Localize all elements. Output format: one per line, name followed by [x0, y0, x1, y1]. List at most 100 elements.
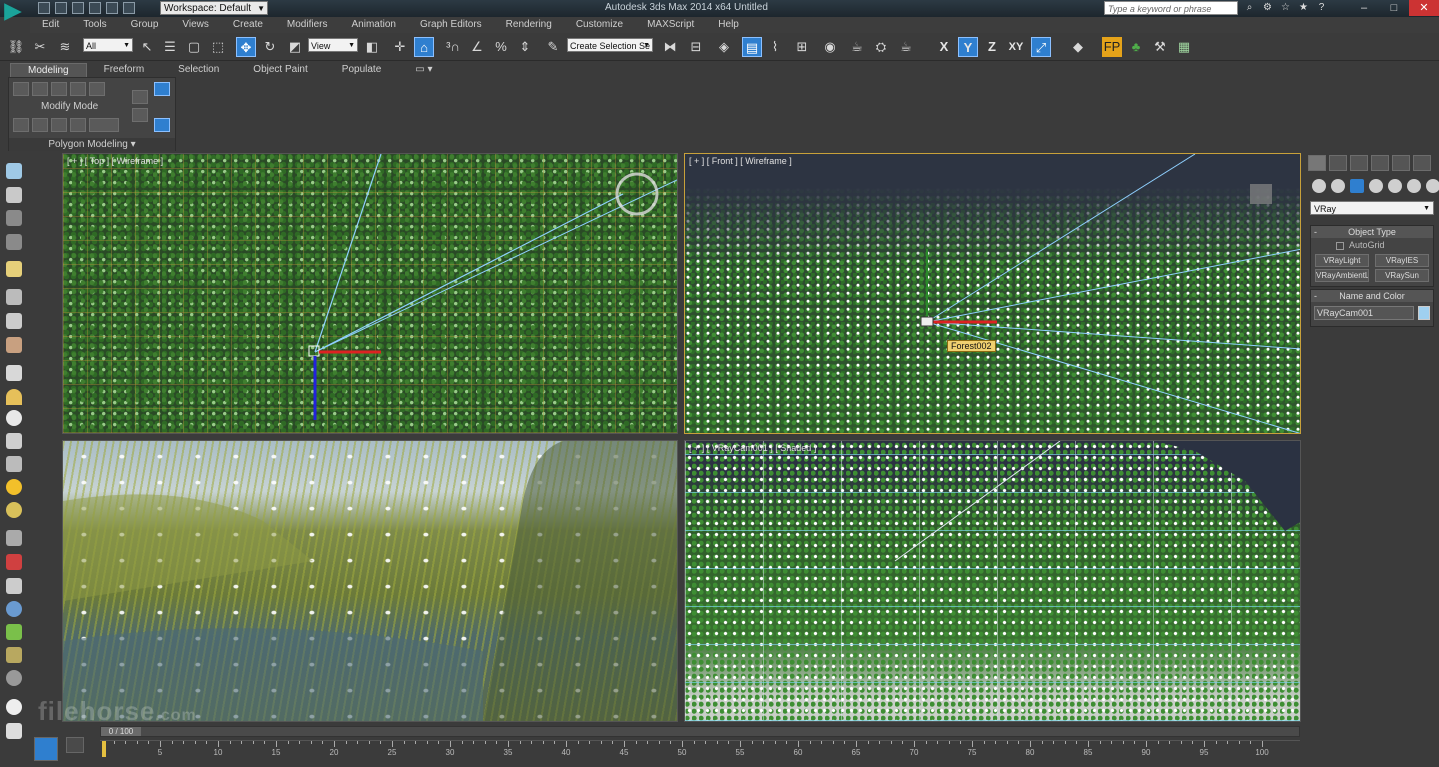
viewport-front-label[interactable]: [ + ] [ Front ] [ Wireframe ] [689, 156, 792, 166]
shapes-icon[interactable] [1331, 179, 1345, 193]
cameras-icon[interactable] [1369, 179, 1383, 193]
tab-object-paint[interactable]: Object Paint [236, 63, 324, 77]
maximize-icon[interactable]: □ [1379, 0, 1409, 16]
space-warps-icon[interactable] [1407, 179, 1421, 193]
systems-icon[interactable] [1426, 179, 1439, 193]
vray-sphere-icon[interactable] [6, 313, 22, 329]
axis-z-button[interactable]: Z [982, 37, 1002, 57]
collapse-stack-icon[interactable] [89, 118, 119, 132]
favorites-icon[interactable]: ★ [1298, 2, 1309, 13]
tab-populate[interactable]: Populate [325, 63, 398, 77]
name-color-rollout-header[interactable]: - Name and Color [1311, 290, 1433, 302]
communication-center-icon[interactable]: ☆ [1280, 2, 1291, 13]
help-search-input[interactable]: Type a keyword or phrase [1104, 1, 1238, 15]
binoculars-icon[interactable]: ⌕ [1244, 2, 1255, 13]
open-file-icon[interactable] [55, 2, 67, 14]
geometry-icon[interactable] [1312, 179, 1326, 193]
window-crossing-icon[interactable]: ⬚ [208, 37, 228, 57]
render-sphere-icon[interactable] [6, 699, 22, 715]
viewport-render-preview[interactable] [62, 440, 678, 722]
object-name-input[interactable]: VRayCam001 [1314, 306, 1414, 320]
axis-xy-toggle-icon[interactable]: ⤢ [1031, 37, 1051, 57]
menu-rendering[interactable]: Rendering [494, 17, 564, 33]
selection-filter-select[interactable]: All ▼ [83, 38, 133, 52]
teapot-icon[interactable] [6, 163, 22, 179]
angle-snap-icon[interactable]: ∠ [467, 37, 487, 57]
object-type-rollout-header[interactable]: - Object Type [1311, 226, 1433, 238]
menu-edit[interactable]: Edit [30, 17, 71, 33]
tab-freeform[interactable]: Freeform [87, 63, 162, 77]
tab-selection[interactable]: Selection [161, 63, 236, 77]
axis-xy-button[interactable]: XY [1006, 37, 1026, 57]
close-icon[interactable]: ✕ [1409, 0, 1439, 16]
undo-icon[interactable] [89, 2, 101, 14]
tab-modeling[interactable]: Modeling [10, 63, 87, 77]
menu-animation[interactable]: Animation [339, 17, 407, 33]
help-icon[interactable]: ? [1316, 2, 1327, 13]
link-icon[interactable]: ⛓ [6, 37, 26, 57]
tools-icon[interactable]: ⚒ [1150, 37, 1170, 57]
layer-manager-icon[interactable]: ◈ [714, 37, 734, 57]
vrayambientlight-button[interactable]: VRayAmbientLig [1315, 269, 1369, 282]
menu-views[interactable]: Views [170, 17, 221, 33]
polygon-modeling-dropdown[interactable]: Polygon Modeling ▾ [9, 138, 175, 151]
helpers-icon[interactable] [1388, 179, 1402, 193]
snaps-toggle-icon[interactable]: ³∩ [443, 37, 463, 57]
vraysun-button[interactable]: VRaySun [1375, 269, 1429, 282]
new-file-icon[interactable] [38, 2, 50, 14]
rendered-frame-window-icon[interactable]: ⛭ [871, 37, 891, 57]
material-editor-icon[interactable]: ◉ [820, 37, 840, 57]
object-color-swatch[interactable] [1418, 306, 1430, 320]
modify-tab-icon[interactable] [1329, 155, 1347, 171]
camera-icon[interactable] [6, 337, 22, 353]
object-icon[interactable] [6, 289, 22, 305]
pin-stack-icon[interactable] [132, 108, 148, 122]
unlink-icon[interactable]: ✂ [30, 37, 50, 57]
menu-maxscript[interactable]: MAXScript [635, 17, 706, 33]
viewport-icon[interactable] [6, 187, 22, 203]
forest-tree-icon[interactable]: ♣ [1126, 37, 1146, 57]
select-manipulate-icon[interactable]: ✛ [390, 37, 410, 57]
scale-icon[interactable] [6, 578, 22, 594]
utilities-tab-icon[interactable] [1413, 155, 1431, 171]
next-modifier-icon[interactable] [32, 118, 48, 132]
select-by-name-icon[interactable]: ☰ [160, 37, 180, 57]
bind-space-warp-icon[interactable]: ≋ [55, 37, 75, 57]
minimize-icon[interactable]: – [1349, 0, 1379, 16]
poly-vertex-icon[interactable] [13, 82, 29, 96]
preserve-uvs-icon[interactable] [51, 118, 67, 132]
ambient-light-icon[interactable] [6, 502, 22, 518]
vraylight-button[interactable]: VRayLight [1315, 254, 1369, 267]
material-icon[interactable] [6, 554, 22, 570]
menu-create[interactable]: Create [221, 17, 275, 33]
mirror-icon[interactable]: ⧓ [660, 37, 680, 57]
create-tab-icon[interactable] [1308, 155, 1326, 171]
axis-x-button[interactable]: X [934, 37, 954, 57]
render-setup-icon[interactable]: ☕ [847, 37, 867, 57]
modify-mode-toggle-icon[interactable] [154, 82, 170, 96]
menu-help[interactable]: Help [706, 17, 751, 33]
poly-element-icon[interactable] [89, 82, 105, 96]
viewport-layout-icon[interactable] [34, 737, 58, 761]
time-slider-thumb[interactable]: 0 / 100 [101, 727, 141, 736]
time-slider[interactable]: 0 / 100 [100, 726, 1300, 737]
spinner-snap-icon[interactable]: ⇕ [515, 37, 535, 57]
globe-icon[interactable] [6, 601, 22, 617]
percent-snap-icon[interactable]: % [491, 37, 511, 57]
display-tab-icon[interactable] [1392, 155, 1410, 171]
hierarchy-tab-icon[interactable] [1350, 155, 1368, 171]
schematic-view-icon[interactable]: ⊞ [792, 37, 812, 57]
named-selection-set-select[interactable]: Create Selection Se ▼ [567, 38, 653, 52]
align-icon[interactable]: ⊟ [686, 37, 706, 57]
keyboard-shortcut-override-icon[interactable]: ⌂ [414, 37, 434, 57]
proxy-icon[interactable] [6, 670, 22, 686]
curve-editor-icon[interactable]: ⌇ [765, 37, 785, 57]
edit-named-selection-icon[interactable]: ✎ [543, 37, 563, 57]
render-production-icon[interactable]: ☕ [896, 37, 916, 57]
object-category-select[interactable]: VRay ▼ [1310, 201, 1434, 215]
checker-icon[interactable] [6, 530, 22, 546]
track-bar[interactable]: 5 10 15 20 25 30 35 40 45 50 55 60 65 70 75 80 85 90 95 100 [100, 740, 1300, 767]
rectangular-selection-icon[interactable]: ▢ [184, 37, 204, 57]
teapot-object-icon[interactable] [6, 433, 22, 449]
show-end-result-icon[interactable] [70, 118, 86, 132]
